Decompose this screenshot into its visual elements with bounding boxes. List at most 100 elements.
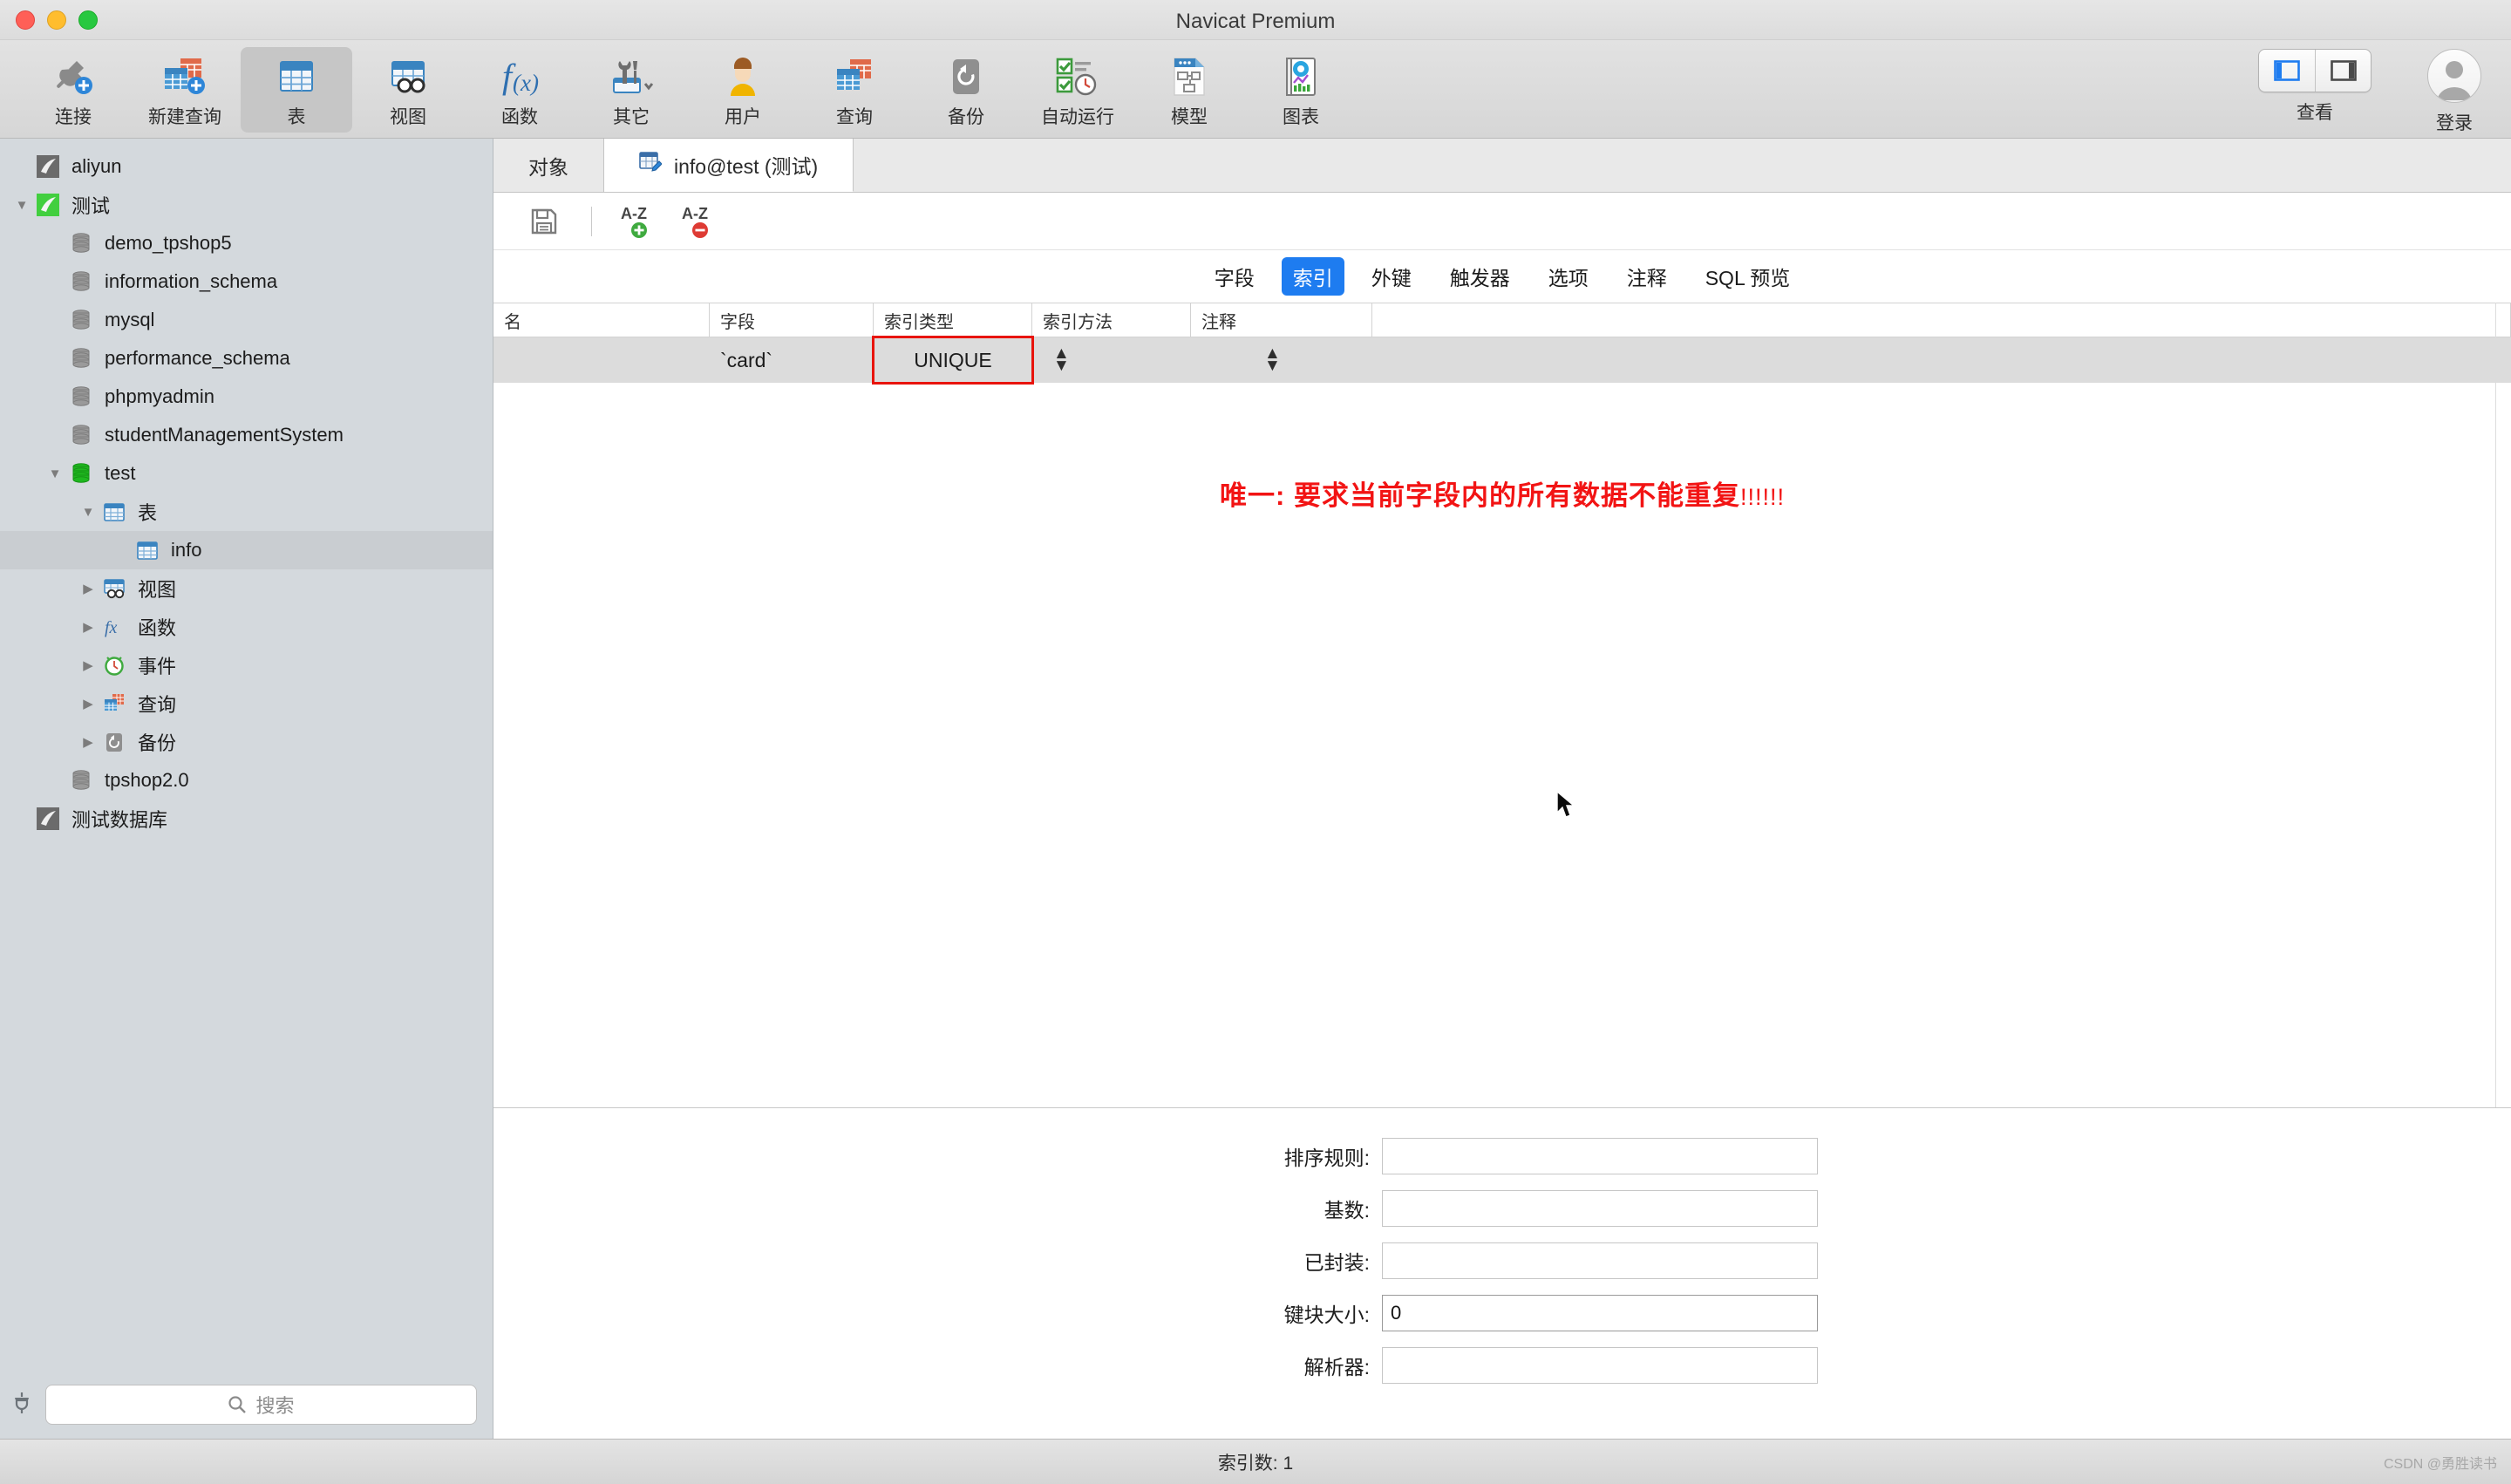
tree-item[interactable]: ▶ performance_schema	[0, 339, 493, 378]
show-sidebar-button[interactable]	[2259, 50, 2315, 92]
index-type-stepper[interactable]: ▲ ▼	[1032, 337, 1085, 383]
tree-item-label: aliyun	[71, 155, 122, 177]
toolbar-item-user[interactable]: 用户	[687, 47, 799, 133]
editor-subtabs[interactable]: 字段 索引 外键 触发器 选项 注释 SQL 预览	[493, 250, 2511, 303]
property-input[interactable]	[1382, 1242, 1818, 1279]
show-info-pane-button[interactable]	[2315, 50, 2371, 92]
main-pane: 对象 info@test (测试) A-Z A-Z 字段 索引 外键 触发器 选…	[493, 139, 2511, 1439]
tree-item[interactable]: ▶ 查询	[0, 684, 493, 723]
property-input[interactable]	[1382, 1190, 1818, 1227]
subtab-0[interactable]: 字段	[1203, 257, 1266, 296]
connection-tree[interactable]: ▶ aliyun ▼ 测试 ▶ demo_tpshop5 ▶ information_sche…	[0, 139, 493, 1371]
table-icon	[270, 52, 323, 101]
column-header-field[interactable]: 字段	[710, 303, 874, 337]
toolbar-item-chart[interactable]: 图表	[1245, 47, 1357, 133]
subtab-1[interactable]: 索引	[1281, 257, 1344, 296]
cell-index-type[interactable]: UNIQUE	[872, 336, 1034, 385]
column-header-index-type[interactable]: 索引类型	[874, 303, 1032, 337]
property-input[interactable]	[1382, 1138, 1818, 1174]
toolbar-item-table[interactable]: 表	[241, 47, 352, 133]
cell-filler	[1477, 337, 2511, 383]
login-group[interactable]: 登录	[2427, 49, 2481, 135]
cell-index-field[interactable]: `card`	[710, 337, 874, 383]
twisty-spacer: ▶	[44, 274, 66, 289]
subtab-5[interactable]: 注释	[1616, 257, 1678, 296]
cell-index-name[interactable]	[493, 337, 710, 383]
tree-item[interactable]: ▶ info	[0, 531, 493, 569]
subtab-6[interactable]: SQL 预览	[1694, 257, 1802, 296]
database-gray-icon	[66, 384, 96, 410]
toolbar-item-new-query[interactable]: 新建查询	[129, 47, 241, 133]
sort-asc-icon[interactable]: A-Z	[620, 202, 658, 241]
tree-item[interactable]: ▶ demo_tpshop5	[0, 224, 493, 262]
sort-desc-icon[interactable]: A-Z	[681, 202, 719, 241]
tree-item[interactable]: ▶ 备份	[0, 723, 493, 761]
toolbar-item-backup[interactable]: 备份	[910, 47, 1022, 133]
chevron-down-icon[interactable]: ▼	[10, 198, 33, 213]
tree-item-label: 视图	[138, 579, 177, 601]
index-method-stepper[interactable]: ▲ ▼	[1243, 337, 1296, 383]
tree-item[interactable]: ▶ tpshop2.0	[0, 761, 493, 800]
toolbar-item-connection[interactable]: 连接	[17, 47, 129, 133]
view-toggle-label: 查看	[2297, 103, 2333, 123]
search-input[interactable]: 搜索	[45, 1385, 477, 1425]
chevron-right-icon[interactable]: ▶	[77, 696, 99, 711]
column-header-name[interactable]: 名	[493, 303, 710, 337]
tab-info-table-editor[interactable]: info@test (测试)	[604, 139, 854, 192]
tree-item[interactable]: ▶ aliyun	[0, 147, 493, 186]
cell-index-comment[interactable]	[1296, 337, 1477, 383]
toolbar-label: 其它	[613, 107, 650, 127]
cell-index-method[interactable]	[1085, 337, 1243, 383]
subtab-4[interactable]: 选项	[1537, 257, 1600, 296]
subtab-2[interactable]: 外键	[1360, 257, 1423, 296]
view-segmented-control[interactable]	[2258, 49, 2372, 92]
property-input[interactable]	[1382, 1347, 1818, 1384]
tree-item[interactable]: ▶ 事件	[0, 646, 493, 684]
tree-item[interactable]: ▶ phpmyadmin	[0, 378, 493, 416]
tree-item-label: performance_schema	[105, 347, 290, 369]
automation-icon	[1051, 52, 1104, 101]
toolbar-item-view[interactable]: 视图	[352, 47, 464, 133]
grid-vertical-scrollbar[interactable]	[2495, 303, 2511, 1107]
save-icon[interactable]	[525, 202, 563, 241]
table-row[interactable]: `card` UNIQUE ▲ ▼ ▲ ▼	[493, 336, 2511, 385]
tree-item[interactable]: ▶ fx 函数	[0, 608, 493, 646]
database-gray-icon	[66, 230, 96, 256]
chevron-down-icon[interactable]: ▼	[44, 466, 66, 481]
chevron-down-icon[interactable]: ▼	[77, 505, 99, 520]
property-row: 键块大小:	[1187, 1295, 1818, 1331]
twisty-spacer: ▶	[44, 427, 66, 443]
tree-item[interactable]: ▼ test	[0, 454, 493, 493]
tree-item[interactable]: ▼ 测试	[0, 186, 493, 224]
subtab-3[interactable]: 触发器	[1439, 257, 1521, 296]
tree-item[interactable]: ▶ 测试数据库	[0, 800, 493, 838]
tree-item[interactable]: ▶ information_schema	[0, 262, 493, 301]
toolbar-item-query[interactable]: 查询	[799, 47, 910, 133]
toolbar-item-function[interactable]: f (x) 函数	[464, 47, 575, 133]
tree-item[interactable]: ▶ 视图	[0, 569, 493, 608]
property-input[interactable]	[1382, 1295, 1818, 1331]
toolbar-item-automation[interactable]: 自动运行	[1022, 47, 1133, 133]
property-row: 解析器:	[1187, 1347, 1818, 1384]
connection-status-icon[interactable]	[9, 1391, 35, 1419]
tree-item[interactable]: ▼ 表	[0, 493, 493, 531]
toolbar-item-model[interactable]: 模型	[1133, 47, 1245, 133]
toolbar-item-other[interactable]: 其它	[575, 47, 687, 133]
tree-item[interactable]: ▶ mysql	[0, 301, 493, 339]
chevron-right-icon[interactable]: ▶	[77, 657, 99, 673]
chevron-right-icon[interactable]: ▶	[77, 619, 99, 635]
property-row: 已封装:	[1187, 1242, 1818, 1279]
avatar[interactable]	[2427, 49, 2481, 103]
column-header-index-method[interactable]: 索引方法	[1032, 303, 1191, 337]
chevron-right-icon[interactable]: ▶	[77, 581, 99, 596]
tree-item-label: info	[171, 539, 202, 561]
chevron-right-icon[interactable]: ▶	[77, 734, 99, 750]
toolbar-label: 函数	[501, 107, 538, 127]
tree-item-label: 查询	[138, 694, 177, 716]
tree-item[interactable]: ▶ studentManagementSystem	[0, 416, 493, 454]
tab-objects[interactable]: 对象	[493, 139, 604, 192]
column-header-comment[interactable]: 注释	[1191, 303, 1372, 337]
watermark: CSDN @勇胜读书	[2383, 1456, 2497, 1472]
tree-item-label: mysql	[105, 309, 155, 330]
tree-item-label: 测试数据库	[71, 809, 168, 831]
